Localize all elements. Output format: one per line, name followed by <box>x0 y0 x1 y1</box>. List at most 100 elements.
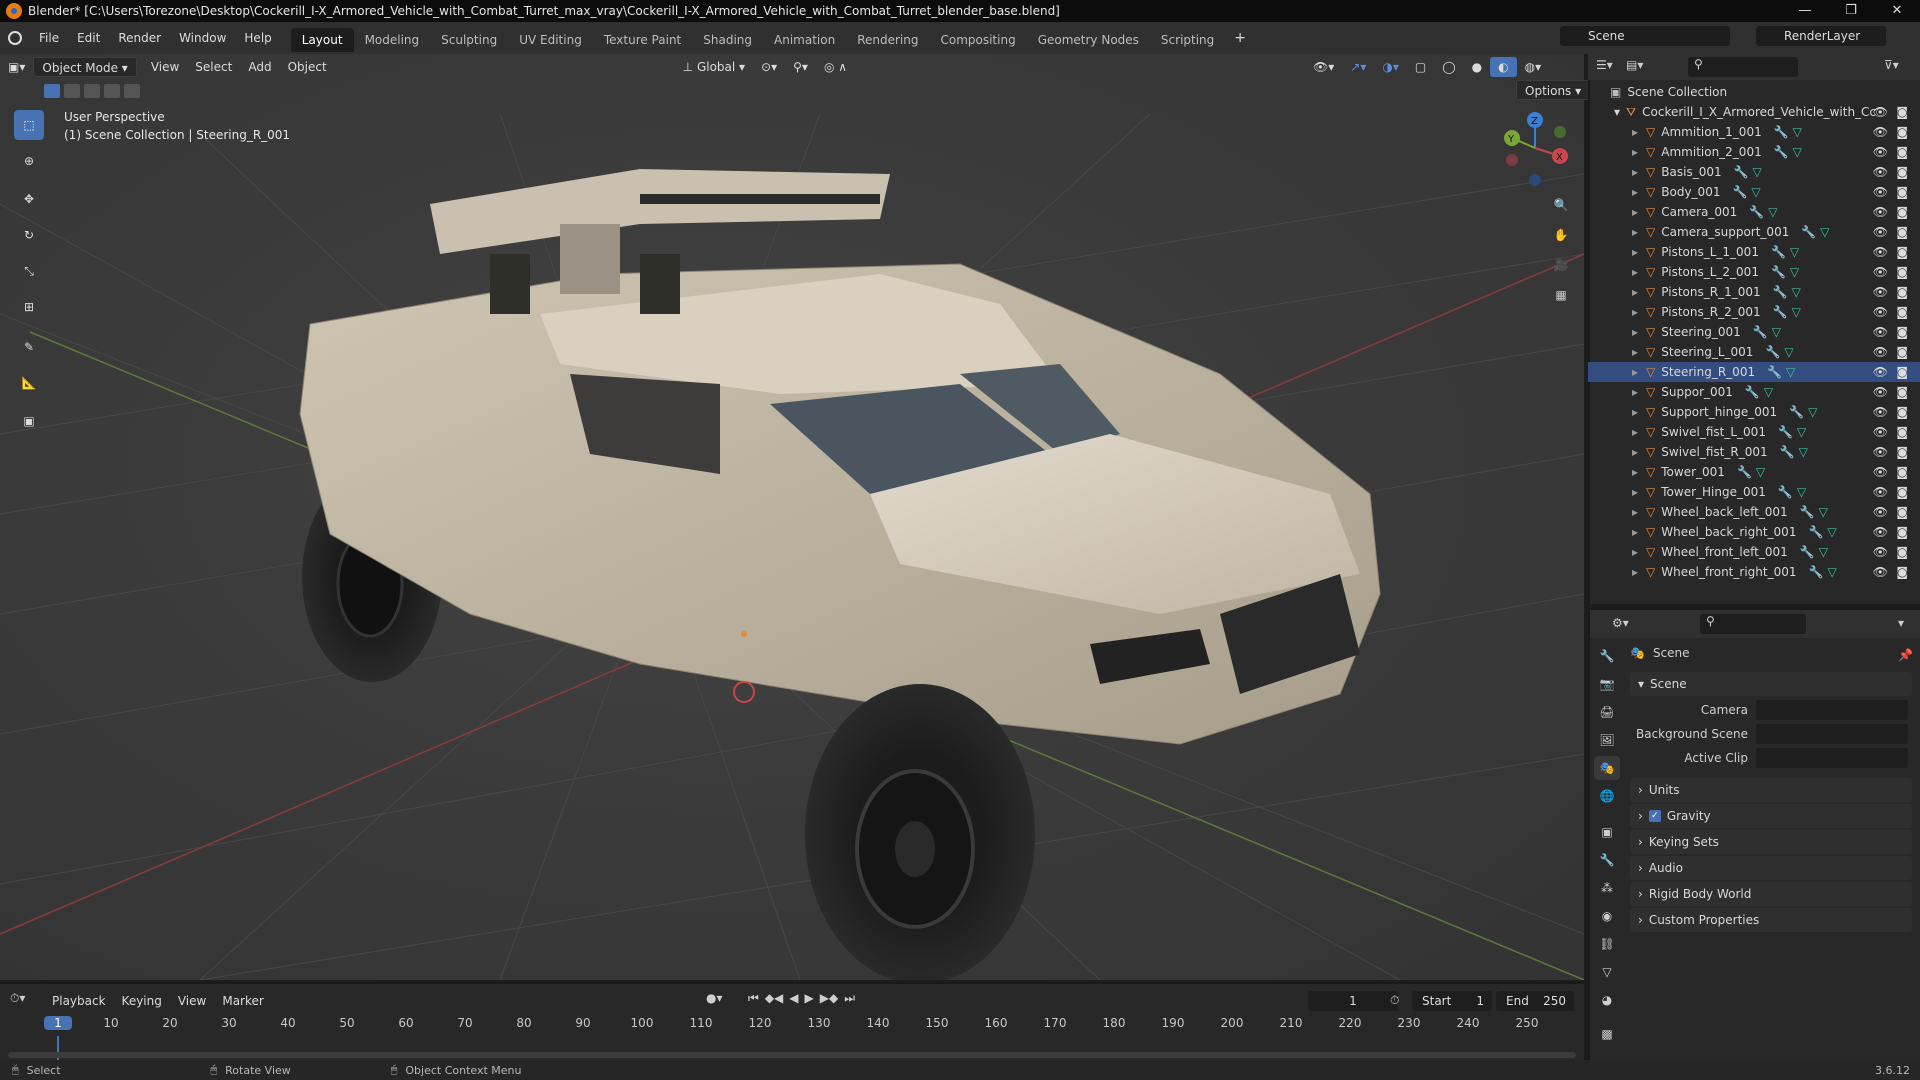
scale-tool[interactable]: ⤡ <box>14 256 44 286</box>
physics-tab-icon[interactable]: ◉ <box>1594 904 1620 928</box>
modifier-wrench-icon[interactable]: 🔧 <box>1732 185 1747 199</box>
camera-view-icon[interactable]: 🎥 <box>1548 252 1574 278</box>
eye-icon[interactable]: 👁 <box>1873 225 1888 239</box>
expand-arrow-icon[interactable]: ▸ <box>1632 185 1638 199</box>
scene-selector[interactable]: Scene <box>1560 26 1730 46</box>
timeline-menu-keying[interactable]: Keying <box>114 991 170 1011</box>
modifier-wrench-icon[interactable]: 🔧 <box>1808 525 1823 539</box>
eye-icon[interactable]: 👁 <box>1873 545 1888 559</box>
expand-arrow-icon[interactable]: ▸ <box>1632 465 1638 479</box>
modifier-wrench-icon[interactable]: 🔧 <box>1765 345 1780 359</box>
transform-orientation-dropdown[interactable]: ⊥ Global ▾ <box>675 57 753 77</box>
mesh-data-icon[interactable]: ▽ <box>1819 505 1828 519</box>
camera-render-icon[interactable]: ◙ <box>1896 185 1908 199</box>
camera-render-icon[interactable]: ◙ <box>1896 485 1908 499</box>
play-reverse-icon[interactable]: ◀ <box>789 991 798 1006</box>
jump-start-icon[interactable]: ⏮ <box>748 991 759 1006</box>
mesh-data-icon[interactable]: ▽ <box>1792 305 1801 319</box>
texture-tab-icon[interactable]: ▩ <box>1594 1022 1620 1046</box>
tool-tab-icon[interactable]: 🔧 <box>1594 644 1620 668</box>
eye-icon[interactable]: 👁 <box>1873 285 1888 299</box>
modifier-wrench-icon[interactable]: 🔧 <box>1745 385 1760 399</box>
blender-menu-icon[interactable] <box>0 31 30 45</box>
camera-render-icon[interactable]: ◙ <box>1896 365 1908 379</box>
navigation-gizmo[interactable]: Z X Y <box>1500 108 1570 188</box>
outliner-row[interactable]: ▸ ▽ Body_001 🔧 ▽ 👁 ◙ <box>1588 182 1920 202</box>
outliner-row[interactable]: ▸ ▽ Basis_001 🔧 ▽ 👁 ◙ <box>1588 162 1920 182</box>
outliner-row[interactable]: ▸ ▽ Steering_L_001 🔧 ▽ 👁 ◙ <box>1588 342 1920 362</box>
camera-render-icon[interactable]: ◙ <box>1896 565 1908 579</box>
properties-search-input[interactable]: ⚲ <box>1700 614 1806 634</box>
field-camera[interactable] <box>1756 700 1908 720</box>
camera-render-icon[interactable]: ◙ <box>1896 465 1908 479</box>
outliner-row[interactable]: ▸ ▽ Wheel_back_left_001 🔧 ▽ 👁 ◙ <box>1588 502 1920 522</box>
minimize-icon[interactable]: — <box>1782 0 1828 22</box>
camera-render-icon[interactable]: ◙ <box>1896 205 1908 219</box>
eye-icon[interactable]: 👁 <box>1873 365 1888 379</box>
mesh-data-icon[interactable]: ▽ <box>1790 265 1799 279</box>
camera-render-icon[interactable]: ◙ <box>1896 545 1908 559</box>
expand-arrow-icon[interactable]: ▸ <box>1632 225 1638 239</box>
modifier-wrench-icon[interactable]: 🔧 <box>1778 485 1793 499</box>
shading-wireframe[interactable]: ◯ <box>1434 57 1463 77</box>
outliner-row[interactable]: ▸ ▽ Tower_Hinge_001 🔧 ▽ 👁 ◙ <box>1588 482 1920 502</box>
expand-arrow-icon[interactable]: ▸ <box>1632 345 1638 359</box>
timeline-menu-marker[interactable]: Marker <box>214 991 271 1011</box>
expand-arrow-icon[interactable]: ▸ <box>1632 145 1638 159</box>
eye-icon[interactable]: 👁 <box>1873 405 1888 419</box>
eye-icon[interactable]: 👁 <box>1873 305 1888 319</box>
expand-arrow-icon[interactable]: ▸ <box>1632 385 1638 399</box>
jump-end-icon[interactable]: ⏭ <box>844 991 855 1006</box>
camera-render-icon[interactable]: ◙ <box>1896 145 1908 159</box>
expand-arrow-icon[interactable]: ▸ <box>1632 505 1638 519</box>
pan-hand-icon[interactable]: ✋ <box>1548 222 1574 248</box>
gravity-checkbox[interactable]: ✓ <box>1648 810 1661 822</box>
outliner-row[interactable]: ▸ ▽ Camera_support_001 🔧 ▽ 👁 ◙ <box>1588 222 1920 242</box>
modifier-wrench-icon[interactable]: 🔧 <box>1771 265 1786 279</box>
expand-arrow-icon[interactable]: ▸ <box>1632 325 1638 339</box>
mesh-data-icon[interactable]: ▽ <box>1753 165 1762 179</box>
viewport-menu-select[interactable]: Select <box>187 57 240 77</box>
modifier-wrench-icon[interactable]: 🔧 <box>1734 165 1749 179</box>
eye-icon[interactable]: 👁 <box>1873 325 1888 339</box>
expand-arrow-icon[interactable]: ▸ <box>1632 205 1638 219</box>
rotate-tool[interactable]: ↻ <box>14 220 44 250</box>
end-frame-field[interactable]: End 250 <box>1496 991 1574 1011</box>
section-audio[interactable]: › Audio <box>1630 856 1912 880</box>
outliner-row[interactable]: ▸ ▽ Pistons_L_1_001 🔧 ▽ 👁 ◙ <box>1588 242 1920 262</box>
camera-render-icon[interactable]: ◙ <box>1896 445 1908 459</box>
modifier-tab-icon[interactable]: 🔧 <box>1594 848 1620 872</box>
outliner-search-input[interactable]: ⚲ <box>1688 57 1798 77</box>
modifier-wrench-icon[interactable]: 🔧 <box>1737 465 1752 479</box>
camera-render-icon[interactable]: ◙ <box>1896 345 1908 359</box>
eye-icon[interactable]: 👁 <box>1873 505 1888 519</box>
camera-render-icon[interactable]: ◙ <box>1896 265 1908 279</box>
particles-tab-icon[interactable]: ⁂ <box>1594 876 1620 900</box>
mesh-data-icon[interactable]: ▽ <box>1793 145 1802 159</box>
expand-arrow-icon[interactable]: ▸ <box>1632 405 1638 419</box>
modifier-wrench-icon[interactable]: 🔧 <box>1774 145 1789 159</box>
eye-icon[interactable]: 👁 <box>1873 525 1888 539</box>
timeline-ruler[interactable]: 1 10 20 30 40 50 60 70 80 90 100 110 120 130 140 150 160… <box>8 1014 1578 1066</box>
add-workspace-button[interactable]: + <box>1225 22 1255 54</box>
editor-type-button[interactable]: ▣▾ <box>0 57 33 77</box>
add-cube-tool[interactable]: ▣ <box>14 406 44 436</box>
mesh-data-icon[interactable]: ▽ <box>1799 445 1808 459</box>
outliner-row[interactable]: ▸ ▽ Wheel_front_left_001 🔧 ▽ 👁 ◙ <box>1588 542 1920 562</box>
xray-toggle[interactable]: ▢ <box>1407 57 1434 77</box>
field-background-scene[interactable] <box>1756 724 1908 744</box>
workspace-tab-modeling[interactable]: Modeling <box>354 28 431 52</box>
outliner-row[interactable]: ▸ ▽ Suppor_001 🔧 ▽ 👁 ◙ <box>1588 382 1920 402</box>
menu-window[interactable]: Window <box>170 22 235 54</box>
mesh-data-icon[interactable]: ▽ <box>1768 205 1777 219</box>
expand-arrow-icon[interactable]: ▸ <box>1632 565 1638 579</box>
mesh-data-icon[interactable]: ▽ <box>1808 405 1817 419</box>
mesh-data-icon[interactable]: ▽ <box>1820 225 1829 239</box>
camera-render-icon[interactable]: ◙ <box>1896 325 1908 339</box>
workspace-tab-compositing[interactable]: Compositing <box>929 28 1026 52</box>
outliner-row[interactable]: ▸ ▽ Swivel_fist_R_001 🔧 ▽ 👁 ◙ <box>1588 442 1920 462</box>
gizmo-toggle[interactable]: ↗▾ <box>1342 57 1374 77</box>
next-keyframe-icon[interactable]: ▶◆ <box>820 991 838 1006</box>
mesh-data-icon[interactable]: ▽ <box>1827 525 1836 539</box>
camera-render-icon[interactable]: ◙ <box>1896 305 1908 319</box>
